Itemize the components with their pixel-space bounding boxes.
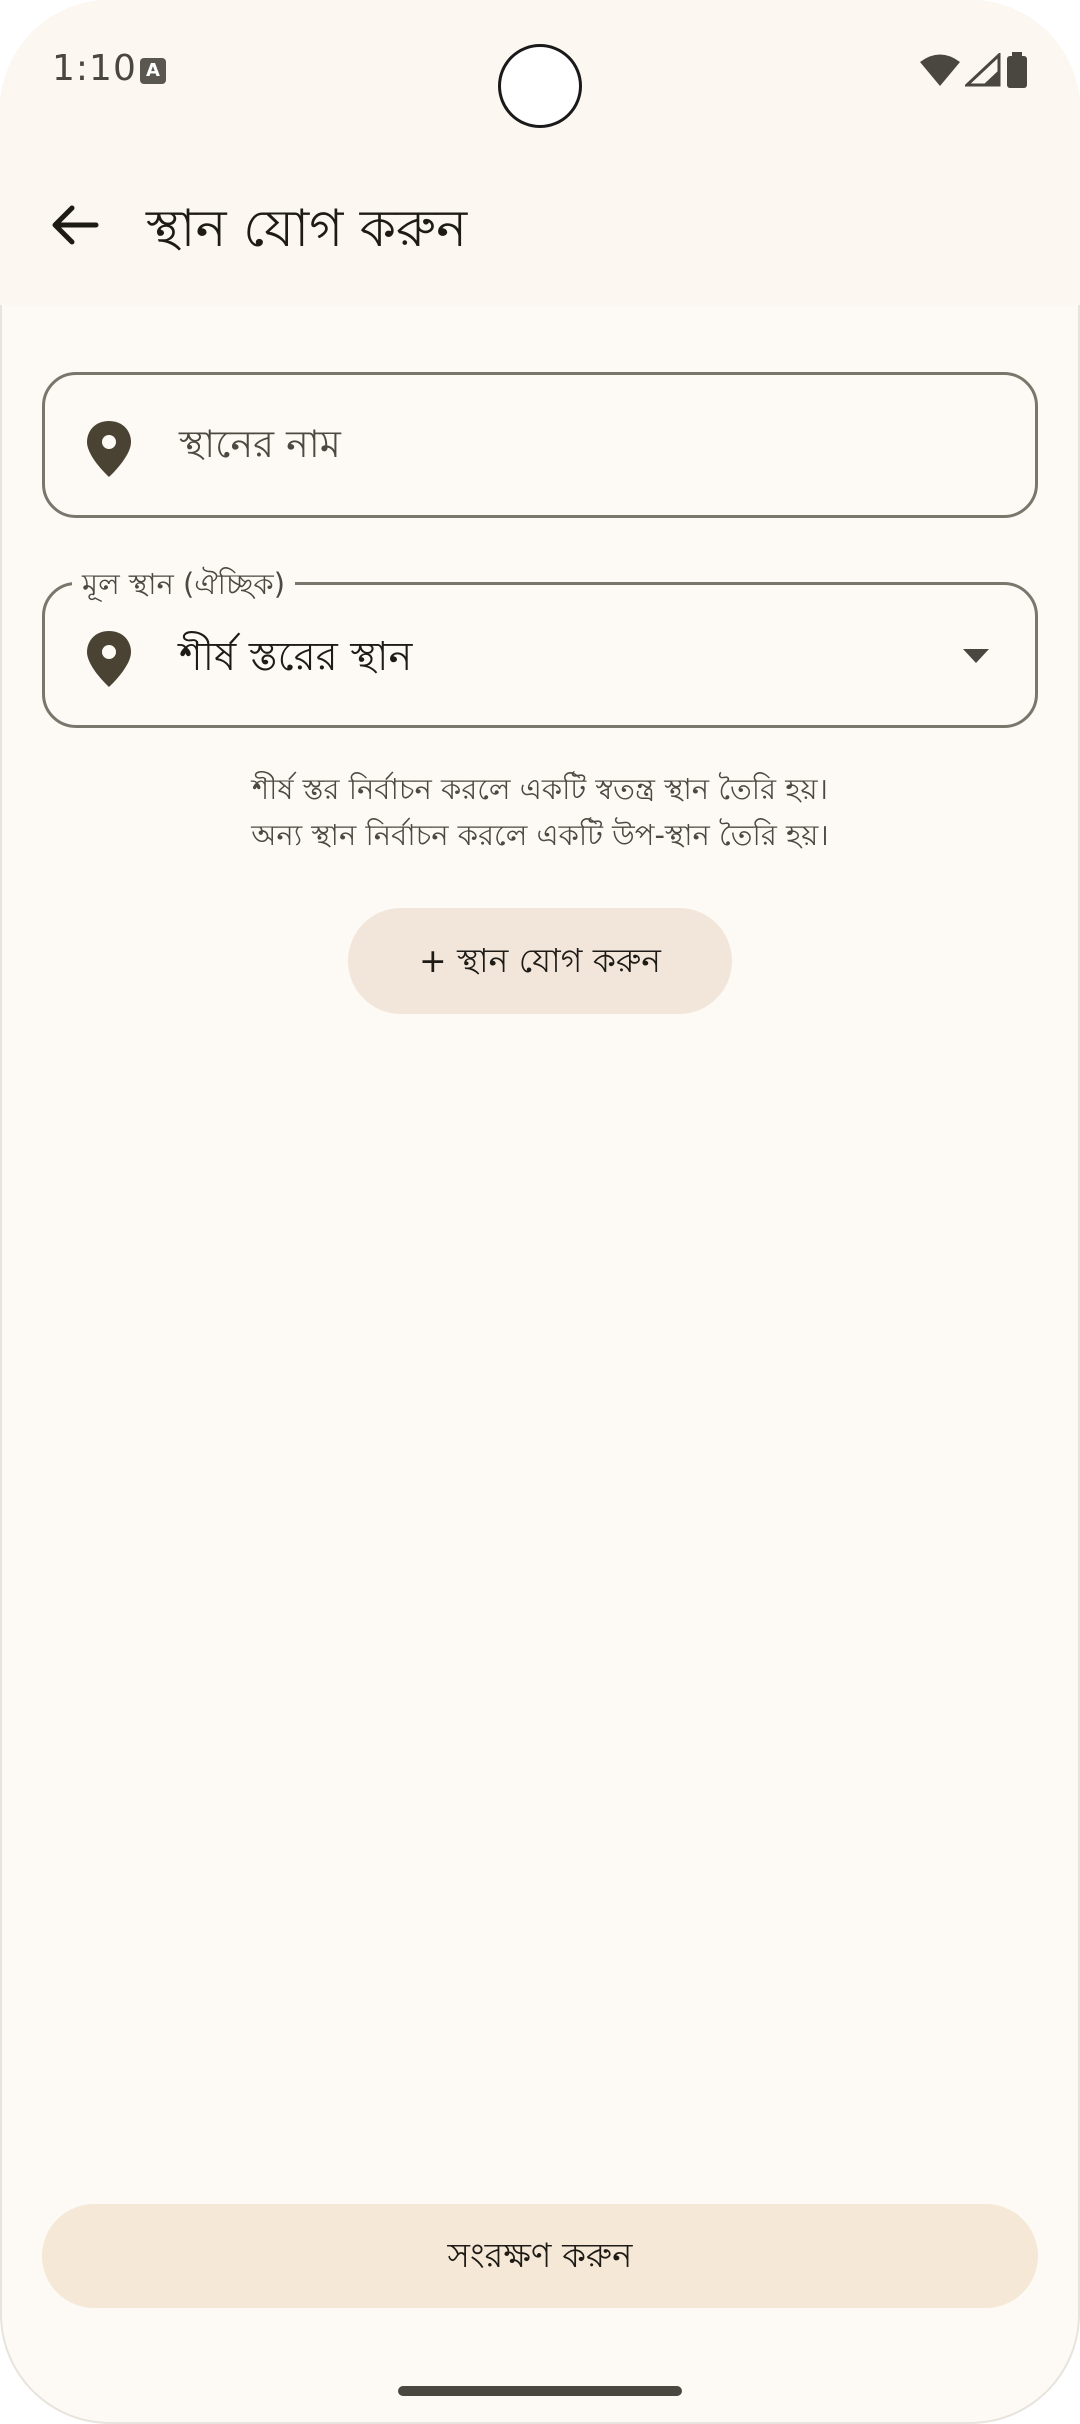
save-button[interactable]: সংরক্ষণ করুন [42, 2204, 1038, 2308]
camera-cutout [498, 44, 582, 128]
back-button[interactable] [42, 192, 108, 258]
dropdown-arrow-icon [963, 649, 989, 663]
parent-place-label: মূল স্থান (ঐচ্ছিক) [72, 562, 296, 611]
place-name-placeholder: স্থানের নাম [179, 422, 341, 466]
home-indicator[interactable] [398, 2386, 682, 2396]
parent-place-value: শীর্ষ স্তরের স্থান [179, 634, 413, 680]
phone-screen: 1:10 A স্থান যোগ করুন স্থানের নাম শীর্ষ … [0, 0, 1080, 2424]
helper-text: শীর্ষ স্তর নির্বাচন করলে একটি স্বতন্ত্র … [0, 766, 1080, 858]
helper-line-2: অন্য স্থান নির্বাচন করলে একটি উপ-স্থান ত… [251, 818, 829, 852]
place-name-input[interactable]: স্থানের নাম [42, 372, 1038, 518]
location-pin-icon [87, 421, 131, 477]
battery-icon [1007, 52, 1027, 88]
location-pin-icon [87, 631, 131, 687]
status-time: 1:10 [52, 48, 137, 89]
add-place-button[interactable]: + স্থান যোগ করুন [348, 908, 732, 1014]
status-icons [919, 52, 1028, 92]
wifi-icon [919, 54, 960, 86]
page-title: স্থান যোগ করুন [146, 199, 468, 259]
arrow-back-icon [52, 205, 99, 245]
a-icon: A [140, 58, 166, 84]
helper-line-1: শীর্ষ স্তর নির্বাচন করলে একটি স্বতন্ত্র … [252, 772, 828, 806]
signal-icon [964, 53, 1001, 87]
